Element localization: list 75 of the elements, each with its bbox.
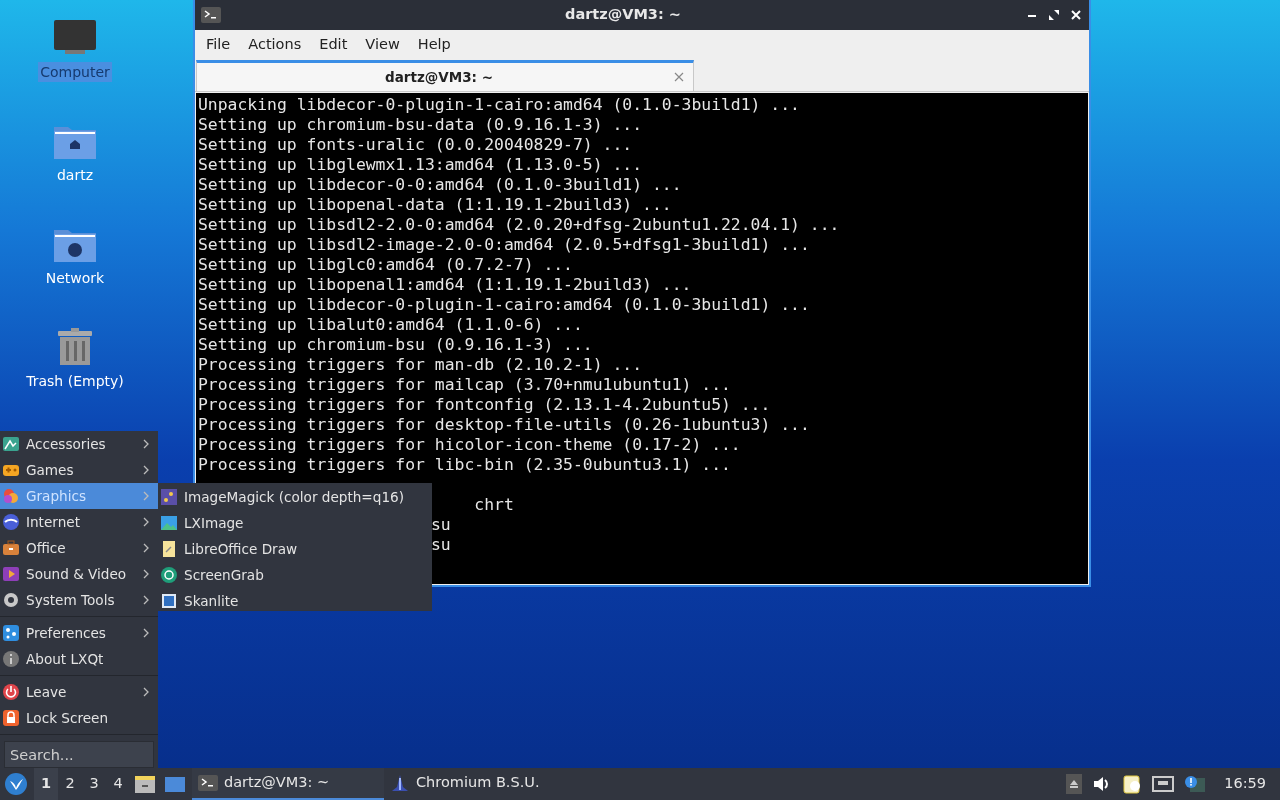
lock-icon — [2, 709, 20, 727]
menu-item[interactable]: Help — [408, 30, 460, 58]
menu-item[interactable]: File — [197, 30, 240, 58]
icon-label[interactable]: Network — [43, 268, 107, 288]
palette-icon — [2, 487, 20, 505]
power-icon — [2, 683, 20, 701]
menu-item[interactable]: Accessories — [0, 431, 158, 457]
terminal-line: Setting up libsdl2-2.0-0:amd64 (2.0.20+dfsg-2ubuntu1.22.04.1) ... — [198, 215, 840, 234]
task-button[interactable]: Chromium B.S.U. — [384, 768, 576, 800]
workspace-button[interactable]: 2 — [58, 768, 82, 800]
menu-item[interactable]: View — [356, 30, 409, 58]
start-menu-icon[interactable] — [4, 772, 28, 796]
workspace-button[interactable]: 1 — [34, 768, 58, 800]
terminal-line: Setting up libdecor-0-plugin-1-cairo:amd64 (0.1.0-3build1) ... — [198, 295, 810, 314]
search-field[interactable]: Search... — [4, 741, 154, 768]
terminal-line: su — [430, 535, 451, 554]
window-title: dartz@VM3: ~ — [564, 5, 682, 25]
info-icon — [2, 650, 20, 668]
menu-item[interactable]: Office — [0, 535, 158, 561]
menu-item[interactable]: Games — [0, 457, 158, 483]
notification-icon[interactable] — [1184, 774, 1207, 794]
terminal-line: Processing triggers for hicolor-icon-theme (0.17-2) ... — [198, 435, 741, 454]
task-button[interactable]: dartz@VM3: ~ — [192, 768, 384, 800]
terminal-line: Processing triggers for libc-bin (2.35-0ubuntu3.1) ... — [198, 455, 731, 474]
terminal-line: Setting up libdecor-0-0:amd64 (0.1.0-3build1) ... — [198, 175, 682, 194]
scanner-icon — [160, 592, 178, 610]
tab[interactable]: dartz@VM3: ~ — [196, 60, 694, 91]
terminal-icon — [198, 774, 218, 792]
menu-item[interactable]: Sound & Video — [0, 561, 158, 587]
icon-label[interactable]: Trash (Empty) — [24, 371, 126, 391]
menu-item[interactable]: Lock Screen — [0, 705, 158, 731]
terminal-line: Setting up chromium-bsu (0.9.16.1-3) ... — [198, 335, 593, 354]
terminal-line: Setting up libopenal1:amd64 (1:1.19.1-2build3) ... — [198, 275, 692, 294]
terminal-line: Setting up chromium-bsu-data (0.9.16.1-3) ... — [198, 115, 643, 134]
eject-icon[interactable] — [1066, 774, 1083, 794]
menu-item[interactable]: Preferences — [0, 620, 158, 646]
briefcase-icon — [2, 539, 20, 557]
menu-item[interactable]: ImageMagick (color depth=q16) — [158, 484, 432, 510]
menu-item[interactable]: System Tools — [0, 587, 158, 613]
menu-item[interactable]: Actions — [239, 30, 311, 58]
terminal-line: Setting up libopenal-data (1:1.19.1-2build3) ... — [198, 195, 672, 214]
settings-icon — [2, 624, 20, 642]
file-cabinet-icon[interactable] — [134, 774, 156, 794]
menu-item[interactable]: Leave — [0, 679, 158, 705]
maximize-icon[interactable] — [1047, 8, 1061, 22]
icon-label[interactable]: dartz — [54, 165, 96, 185]
terminal-line: Setting up libglc0:amd64 (0.7.2-7) ... — [198, 255, 573, 274]
menu-item[interactable]: Skanlite — [158, 588, 432, 614]
workspace-button[interactable]: 3 — [82, 768, 106, 800]
desktop-icon[interactable] — [164, 774, 186, 794]
terminal-icon — [201, 6, 221, 24]
terminal-line: Processing triggers for mailcap (3.70+nmu1ubuntu1) ... — [198, 375, 731, 394]
clock[interactable]: 16:59 — [1224, 773, 1266, 795]
terminal-line: Setting up libsdl2-image-2.0-0:amd64 (2.0.5+dfsg1-3build1) ... — [198, 235, 810, 254]
terminal-line: Unpacking libdecor-0-plugin-1-cairo:amd64 (0.1.0-3build1) ... — [198, 95, 800, 114]
terminal-line: Setting up libalut0:amd64 (1.1.0-6) ... — [198, 315, 583, 334]
media-icon — [2, 565, 20, 583]
terminal-line: Processing triggers for man-db (2.10.2-1) ... — [198, 355, 643, 374]
menu-item[interactable]: ScreenGrab — [158, 562, 432, 588]
menu-item[interactable]: LibreOffice Draw — [158, 536, 432, 562]
terminal-line: su — [430, 515, 451, 534]
menu-item[interactable]: LXImage — [158, 510, 432, 536]
menu-item[interactable]: Edit — [310, 30, 357, 58]
menu-item[interactable]: Internet — [0, 509, 158, 535]
terminal-line: chrt — [474, 495, 514, 514]
terminal-line: Setting up libglewmx1.13:amd64 (1.13.0-5) ... — [198, 155, 643, 174]
terminal-line: Processing triggers for fontconfig (2.13.1-4.2ubuntu5) ... — [198, 395, 771, 414]
terminal-line: Setting up fonts-uralic (0.0.20040829-7) ... — [198, 135, 633, 154]
globe-icon — [2, 513, 20, 531]
terminal-line: Processing triggers for desktop-file-utils (0.26-1ubuntu3) ... — [198, 415, 810, 434]
image-icon — [160, 514, 178, 532]
close-icon[interactable] — [1069, 8, 1083, 22]
document-icon — [160, 540, 178, 558]
workspace-button[interactable]: 4 — [106, 768, 130, 800]
menu-item[interactable]: About LXQt — [0, 646, 158, 672]
